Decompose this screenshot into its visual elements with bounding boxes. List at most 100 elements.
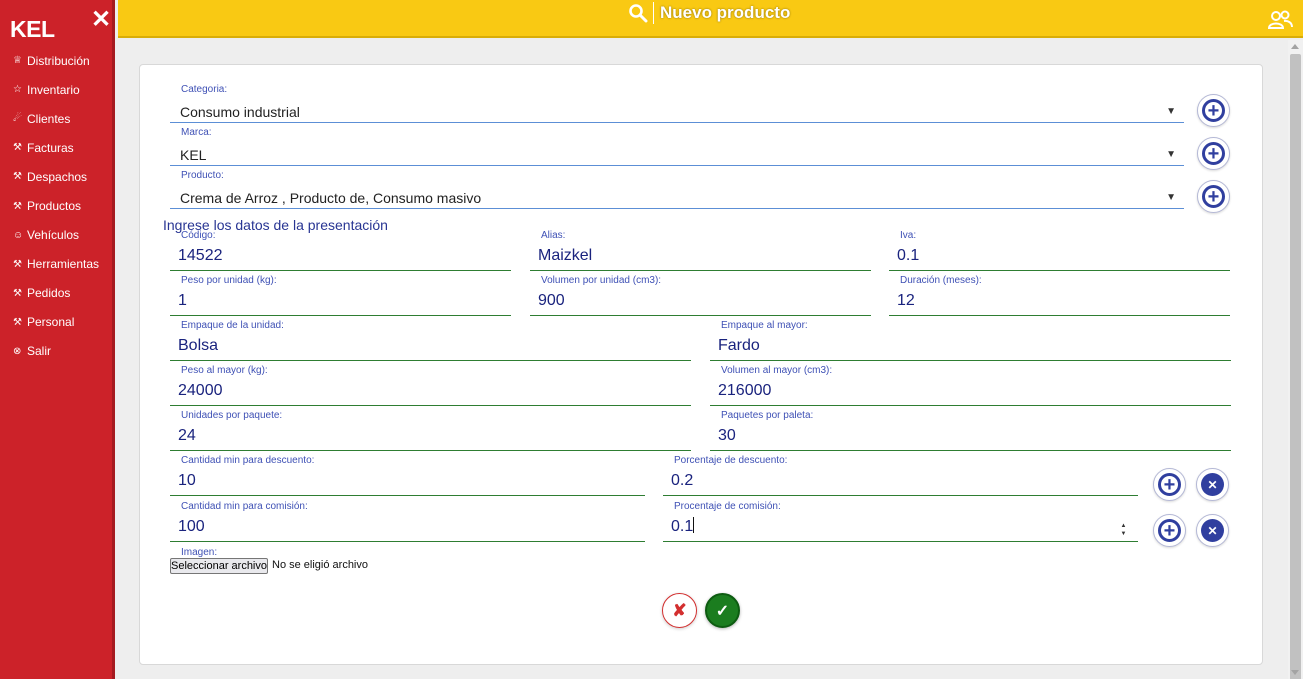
sidebar-item-distribucion[interactable]: ♕ Distribución [0,46,112,75]
sidebar-item-personal[interactable]: ⚒ Personal [0,308,112,337]
alias-value: Maizkel [538,247,593,264]
hammer-pick-icon: ⚒ [13,200,22,212]
volumen-unidad-field[interactable]: Volumen por unidad (cm3): 900 [530,275,871,316]
scroll-down-icon[interactable] [1291,670,1299,675]
sidebar-item-label: Despachos [27,169,88,184]
peso-unidad-value: 1 [178,292,187,309]
porcentaje-comision-label: Procentaje de comisión: [674,501,781,512]
hammer-pick-icon: ⚒ [13,258,22,270]
cantidad-descuento-label: Cantidad min para descuento: [181,455,315,466]
empaque-unidad-label: Empaque de la unidad: [181,320,284,331]
sidebar-item-herramientas[interactable]: ⚒ Herramientas [0,250,112,279]
select-file-button[interactable]: Seleccionar archivo [170,558,268,574]
iva-field[interactable]: Iva: 0.1 [889,230,1230,271]
cantidad-descuento-field[interactable]: Cantidad min para descuento: 10 [170,455,645,496]
crown-icon: ♕ [13,55,22,67]
text-cursor [693,517,695,533]
sidebar-item-label: Distribución [27,53,90,68]
add-producto-button[interactable]: + [1197,180,1230,213]
marca-select[interactable]: Marca: KEL ▼ [170,127,1184,166]
cantidad-comision-label: Cantidad min para comisión: [181,501,308,512]
volumen-mayor-label: Volumen al mayor (cm3): [721,365,833,376]
sidebar-item-label: Inventario [27,82,80,97]
cantidad-comision-field[interactable]: Cantidad min para comisión: 100 [170,501,645,542]
volumen-mayor-value: 216000 [718,382,772,399]
cancel-button[interactable]: ✘ [662,593,697,628]
volumen-mayor-field[interactable]: Volumen al mayor (cm3): 216000 [710,365,1231,406]
number-stepper[interactable]: ▲ ▼ [1119,522,1128,538]
peso-mayor-label: Peso al mayor (kg): [181,365,268,376]
remove-descuento-button[interactable]: ✕ [1196,468,1229,501]
search-icon[interactable] [628,3,648,23]
porcentaje-descuento-value: 0.2 [671,472,694,489]
alias-field[interactable]: Alias: Maizkel [530,230,871,271]
close-icon[interactable]: ✕ [91,8,111,32]
close-icon: ✕ [1201,473,1224,496]
confirm-button[interactable]: ✓ [705,593,740,628]
codigo-label: Código: [181,230,216,241]
plus-icon: + [1202,99,1225,122]
paquetes-paleta-value: 30 [718,427,736,444]
scroll-up-icon[interactable] [1291,44,1299,49]
title-divider [653,2,654,24]
porcentaje-descuento-field[interactable]: Porcentaje de descuento: 0.2 [663,455,1138,496]
codigo-field[interactable]: Código: 14522 [170,230,511,271]
sidebar-item-salir[interactable]: ⊗ Salir [0,337,112,366]
chevron-down-icon: ▼ [1166,106,1176,117]
marca-value: KEL [180,147,207,163]
empaque-mayor-label: Empaque al mayor: [721,320,808,331]
chevron-down-icon: ▼ [1166,192,1176,203]
peso-unidad-field[interactable]: Peso por unidad (kg): 1 [170,275,511,316]
sidebar-item-despachos[interactable]: ⚒ Despachos [0,162,112,191]
add-comision-button[interactable]: + [1153,514,1186,547]
empaque-mayor-field[interactable]: Empaque al mayor: Fardo [710,320,1231,361]
empaque-unidad-field[interactable]: Empaque de la unidad: Bolsa [170,320,691,361]
check-icon: ✓ [715,602,730,620]
chevron-down-icon: ▼ [1166,149,1176,160]
users-icon[interactable] [1267,10,1293,30]
producto-select[interactable]: Producto: Crema de Arroz , Producto de, … [170,170,1184,209]
sidebar-item-pedidos[interactable]: ⚒ Pedidos [0,279,112,308]
comet-icon: ☄ [13,113,22,125]
sidebar-item-label: Salir [27,344,52,359]
unidades-paquete-field[interactable]: Unidades por paquete: 24 [170,410,691,451]
imagen-label: Imagen: [181,547,218,558]
sidebar-item-inventario[interactable]: ☆ Inventario [0,75,112,104]
peso-mayor-value: 24000 [178,382,223,399]
empaque-mayor-value: Fardo [718,337,760,354]
plus-icon: + [1158,473,1181,496]
sidebar-item-productos[interactable]: ⚒ Productos [0,191,112,220]
hammer-pick-icon: ⚒ [13,287,22,299]
hammer-pick-icon: ⚒ [13,316,22,328]
porcentaje-comision-field[interactable]: Procentaje de comisión: 0.1 ▲ ▼ [663,501,1138,542]
categoria-value: Consumo industrial [180,104,300,120]
sidebar-item-label: Vehículos [27,228,80,243]
paquetes-paleta-field[interactable]: Paquetes por paleta: 30 [710,410,1231,451]
add-categoria-button[interactable]: + [1197,94,1230,127]
sidebar-item-label: Pedidos [27,286,71,301]
sidebar-item-vehiculos[interactable]: ☺ Vehículos [0,221,112,250]
add-descuento-button[interactable]: + [1153,468,1186,501]
porcentaje-descuento-label: Porcentaje de descuento: [674,455,788,466]
alias-label: Alias: [541,230,566,241]
duracion-label: Duración (meses): [900,275,982,286]
page-scrollbar[interactable] [1288,40,1303,679]
plus-icon: + [1202,142,1225,165]
duracion-field[interactable]: Duración (meses): 12 [889,275,1230,316]
peso-mayor-field[interactable]: Peso al mayor (kg): 24000 [170,365,691,406]
remove-comision-button[interactable]: ✕ [1196,514,1229,547]
producto-value: Crema de Arroz , Producto de, Consumo ma… [180,190,482,206]
cancel-icon: ✘ [672,600,687,620]
add-marca-button[interactable]: + [1197,137,1230,170]
iva-value: 0.1 [897,247,920,264]
star-icon: ☆ [13,84,22,96]
sidebar-item-label: Clientes [27,111,71,126]
categoria-select[interactable]: Categoria: Consumo industrial ▼ [170,84,1184,123]
sidebar-item-facturas[interactable]: ⚒ Facturas [0,133,112,162]
porcentaje-comision-value: 0.1 [671,517,695,536]
sidebar-item-clientes[interactable]: ☄ Clientes [0,104,112,133]
scrollbar-thumb[interactable] [1290,54,1301,679]
close-icon: ✕ [1201,519,1224,542]
peso-unidad-label: Peso por unidad (kg): [181,275,277,286]
circled-times-icon: ⊗ [13,345,22,357]
